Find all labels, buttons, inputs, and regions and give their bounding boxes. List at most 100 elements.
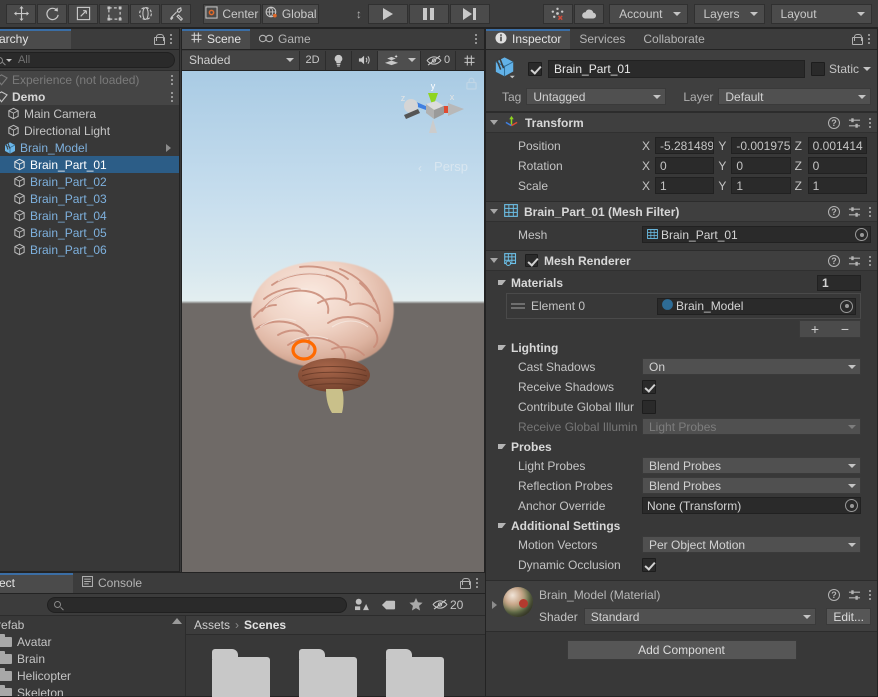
collapse-arrow-icon[interactable] <box>498 280 506 285</box>
scene-audio-button[interactable] <box>352 50 378 70</box>
mesh-filter-component-header[interactable]: Brain_Part_01 (Mesh Filter) ? <box>486 201 877 222</box>
receive-shadows-checkbox[interactable] <box>642 379 656 394</box>
expand-arrow-icon[interactable] <box>492 601 497 609</box>
cloud-button[interactable] <box>573 3 604 24</box>
tag-dropdown[interactable]: Untagged <box>526 88 667 105</box>
project-tree-item-prefab[interactable]: Prefab <box>0 616 185 633</box>
scroll-up-icon[interactable] <box>172 618 182 624</box>
component-menu-icon[interactable] <box>869 206 871 217</box>
scene-menu-icon[interactable] <box>171 74 173 85</box>
help-icon[interactable]: ? <box>828 116 840 129</box>
hierarchy-item-brain-part-05[interactable]: Brain_Part_05 <box>0 224 179 241</box>
project-tree-item-helicopter[interactable]: Helicopter <box>0 667 185 684</box>
shader-dropdown[interactable]: Standard <box>583 608 817 625</box>
space-mode-button[interactable]: Global <box>262 3 320 24</box>
scale-y-field[interactable]: 1 <box>731 177 791 194</box>
rotation-x-field[interactable]: 0 <box>655 157 715 174</box>
project-tree-item-skeleton[interactable]: Skeleton <box>0 684 185 696</box>
position-y-field[interactable]: -0.001975 <box>731 137 791 154</box>
dynamic-occlusion-checkbox[interactable] <box>642 557 656 572</box>
motion-vectors-dropdown[interactable]: Per Object Motion <box>642 536 861 553</box>
scene-menu-icon[interactable] <box>475 34 477 44</box>
hierarchy-item-brain-part-03[interactable]: Brain_Part_03 <box>0 190 179 207</box>
account-dropdown[interactable]: Account <box>609 3 688 24</box>
persp-toggle-arrow-icon[interactable]: ‹ <box>418 161 422 175</box>
material-object-field[interactable]: Brain_Model <box>657 297 856 315</box>
component-menu-icon[interactable] <box>869 255 871 266</box>
position-x-field[interactable]: -5.281489 <box>655 137 715 154</box>
scene-fx-dropdown[interactable] <box>404 50 421 70</box>
prefab-icon[interactable] <box>492 55 522 83</box>
scene-fx-button[interactable] <box>378 50 404 70</box>
preset-icon[interactable] <box>848 589 861 601</box>
collapse-arrow-icon[interactable] <box>498 444 506 449</box>
pivot-mode-button[interactable]: Center <box>202 3 262 24</box>
hierarchy-item-brain-part-01[interactable]: Brain_Part_01 <box>0 156 179 173</box>
rotation-y-field[interactable]: 0 <box>731 157 791 174</box>
projection-label[interactable]: Persp <box>434 159 468 174</box>
materials-foldout[interactable]: Materials 1 <box>492 273 871 292</box>
transform-tool-button[interactable] <box>130 3 160 24</box>
asset-folder-item[interactable] <box>299 649 357 697</box>
project-menu-icon[interactable] <box>476 578 478 588</box>
lock-icon[interactable] <box>154 33 165 45</box>
object-picker-icon[interactable] <box>840 299 853 313</box>
asset-folder-item[interactable] <box>212 649 270 697</box>
hierarchy-item-brain-part-06[interactable]: Brain_Part_06 <box>0 241 179 258</box>
play-button[interactable] <box>367 3 408 24</box>
mesh-object-field[interactable]: Brain_Part_01 <box>642 226 871 243</box>
tab-console[interactable]: Console <box>73 573 151 593</box>
hierarchy-item-brain-model[interactable]: Brain_Model <box>0 139 179 156</box>
custom-tool-button[interactable] <box>161 3 191 24</box>
rect-tool-button[interactable] <box>99 3 129 24</box>
search-by-type-button[interactable] <box>349 596 374 613</box>
orientation-gizmo[interactable]: y z x <box>396 79 470 151</box>
gameobject-name-field[interactable]: Brain_Part_01 <box>548 60 805 78</box>
project-tree-item-avatar[interactable]: Avatar <box>0 633 185 650</box>
tab-project[interactable]: ect <box>0 573 73 593</box>
collapse-arrow-icon[interactable] <box>490 120 498 125</box>
tab-game[interactable]: Game <box>250 29 320 49</box>
layout-dropdown[interactable]: Layout <box>770 3 872 24</box>
material-menu-icon[interactable] <box>869 590 871 600</box>
layers-dropdown[interactable]: Layers <box>693 3 765 24</box>
breadcrumb-root[interactable]: Assets <box>194 618 230 632</box>
pause-button[interactable] <box>408 3 449 24</box>
gameobject-enabled-checkbox[interactable] <box>528 62 542 76</box>
inspector-menu-icon[interactable] <box>868 34 870 44</box>
material-add-button[interactable]: + <box>800 321 830 337</box>
collapse-arrow-icon[interactable] <box>490 209 498 214</box>
scale-tool-button[interactable] <box>68 3 98 24</box>
hierarchy-menu-icon[interactable] <box>170 34 172 44</box>
anchor-override-field[interactable]: None (Transform) <box>642 497 861 514</box>
step-button[interactable] <box>449 3 490 24</box>
mesh-renderer-enabled-checkbox[interactable] <box>525 254 538 267</box>
component-menu-icon[interactable] <box>869 117 871 128</box>
collab-button[interactable] <box>542 3 573 24</box>
project-content-area[interactable]: Assets › Scenes <box>186 616 485 697</box>
search-filter-caret-icon[interactable] <box>6 58 12 62</box>
search-by-label-button[interactable] <box>376 596 401 613</box>
tab-inspector[interactable]: Inspector <box>486 29 571 49</box>
cast-shadows-dropdown[interactable]: On <box>642 358 861 375</box>
favorites-button[interactable] <box>403 596 428 613</box>
tab-services[interactable]: Services <box>570 29 634 49</box>
position-z-field[interactable]: 0.001414 <box>807 137 867 154</box>
transform-component-header[interactable]: Transform ? <box>486 112 877 133</box>
breadcrumb-current[interactable]: Scenes <box>244 618 286 632</box>
hierarchy-search-input[interactable]: All <box>0 52 175 68</box>
rotation-z-field[interactable]: 0 <box>807 157 867 174</box>
lock-icon[interactable] <box>852 33 863 45</box>
rotate-tool-button[interactable] <box>37 3 67 24</box>
hierarchy-item-brain-part-02[interactable]: Brain_Part_02 <box>0 173 179 190</box>
tab-collaborate[interactable]: Collaborate <box>634 29 713 49</box>
scene-visibility-button[interactable]: 0 <box>421 50 457 70</box>
scene-viewport[interactable]: y z x ‹ Persp <box>182 71 484 593</box>
scene-lighting-button[interactable] <box>326 50 352 70</box>
scale-x-field[interactable]: 1 <box>655 177 715 194</box>
scene-menu-icon[interactable] <box>171 91 173 102</box>
collapse-arrow-icon[interactable] <box>498 345 506 350</box>
lock-icon[interactable] <box>460 577 471 589</box>
help-icon[interactable]: ? <box>828 205 840 218</box>
tab-hierarchy[interactable]: archy <box>0 29 71 49</box>
